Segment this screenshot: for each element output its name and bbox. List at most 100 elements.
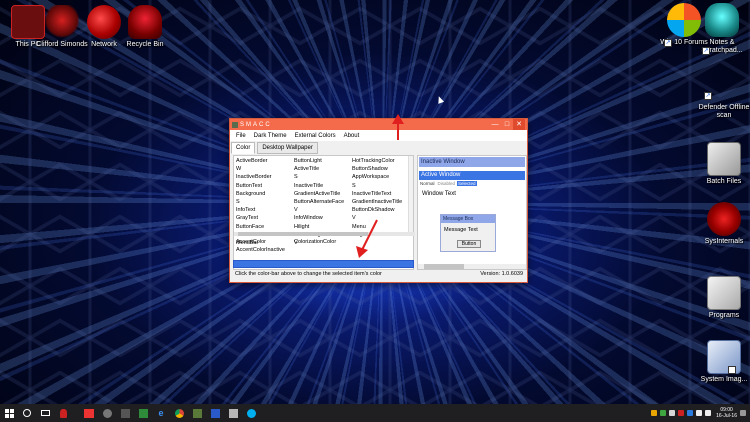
window-text-preview[interactable]: Window Text: [422, 191, 456, 197]
window-title: SMACC: [240, 121, 272, 128]
color-list-item[interactable]: Hilight: [294, 223, 352, 231]
preview-pane: Inactive Window Active Window Normal Dis…: [417, 155, 527, 270]
accent-list-item[interactable]: [294, 246, 354, 254]
subtab-normal[interactable]: Normal: [419, 181, 436, 186]
message-box-preview[interactable]: Message Box Message Text Button: [440, 214, 496, 252]
active-window-preview[interactable]: Active Window: [419, 171, 525, 180]
color-list-item[interactable]: S: [294, 173, 352, 181]
color-list-item[interactable]: ButtonAlternateFace: [294, 198, 352, 206]
color-list-item[interactable]: ButtonShadow: [352, 165, 408, 173]
color-list-item[interactable]: AppWorkspace: [352, 173, 408, 181]
color-list-item[interactable]: S: [236, 198, 294, 206]
menu-about[interactable]: About: [340, 133, 364, 139]
color-list-item[interactable]: InfoWindow: [294, 214, 352, 222]
system-tray: 09:00 16-Jul-16: [651, 404, 746, 422]
title-bar[interactable]: SMACC — □ ✕: [230, 119, 527, 130]
pinned-app-icon[interactable]: [116, 404, 134, 422]
color-list-item[interactable]: W: [236, 165, 294, 173]
color-list-item[interactable]: ButtonFace: [236, 223, 294, 231]
minimize-button[interactable]: —: [489, 119, 501, 130]
desktop-icon-recycle-bin[interactable]: Recycle Bin: [117, 5, 173, 49]
defender-icon: [714, 82, 734, 102]
menu-file[interactable]: File: [232, 133, 250, 139]
pinned-app-icon[interactable]: [54, 404, 72, 422]
color-list-item[interactable]: InactiveTitleText: [352, 190, 408, 198]
color-list-item[interactable]: InactiveBorder: [236, 173, 294, 181]
cortana-icon[interactable]: [18, 404, 36, 422]
menu-dark-theme[interactable]: Dark Theme: [250, 133, 291, 139]
accent-list-item[interactable]: AccentColor: [236, 238, 294, 246]
subtab-disabled[interactable]: Disabled: [437, 181, 457, 186]
skull-icon: [705, 3, 739, 37]
color-list-item[interactable]: GradientActiveTitle: [294, 190, 352, 198]
tray-icon[interactable]: [660, 410, 667, 416]
accent-list-item[interactable]: ColorizationColor: [294, 238, 354, 246]
subtab-selected[interactable]: Selected: [457, 181, 477, 186]
edge-icon[interactable]: e: [152, 404, 170, 422]
desktop-icon-defender-offline[interactable]: Defender Offline scan ↗: [696, 82, 750, 120]
chrome-icon[interactable]: [170, 404, 188, 422]
desktop-icon-batch-files[interactable]: Batch Files: [696, 142, 750, 186]
color-name-list: ActiveBorder ButtonLight HotTrackingColor W…: [236, 157, 408, 246]
menu-bar: File Dark Theme External Colors About: [230, 130, 527, 141]
desktop-icon-programs[interactable]: Programs: [696, 276, 750, 320]
tray-icon[interactable]: [669, 410, 676, 416]
color-list-item[interactable]: HotTrackingColor: [352, 157, 408, 165]
network-tray-icon[interactable]: [696, 410, 703, 416]
taskbar: e 09:00 16-Jul-16: [0, 404, 750, 422]
color-bar[interactable]: [233, 260, 414, 268]
preview-button[interactable]: Button: [457, 240, 481, 248]
scroll-thumb[interactable]: [238, 232, 368, 236]
pinned-app-icon[interactable]: [206, 404, 224, 422]
color-list-item[interactable]: ButtonText: [236, 182, 294, 190]
status-text: Click the color-bar above to change the …: [235, 271, 382, 277]
color-list-item[interactable]: ButtonLight: [294, 157, 352, 165]
color-list-item[interactable]: GrayText: [236, 214, 294, 222]
color-list-item[interactable]: InfoText: [236, 206, 294, 214]
pinned-app-icon[interactable]: [224, 404, 242, 422]
color-list-item[interactable]: ActiveBorder: [236, 157, 294, 165]
accent-color-list: AccentColor ColorizationColor AccentColorI…: [236, 238, 412, 254]
tray-icon[interactable]: [687, 410, 694, 416]
shortcut-arrow-icon: ↗: [702, 47, 710, 55]
color-list-item[interactable]: ButtonDkShadow: [352, 206, 408, 214]
desktop-icon-notes-scratchpad[interactable]: Notes & Scratchpad... ↗: [694, 3, 750, 55]
tab-strip: Color Desktop Wallpaper: [230, 142, 318, 154]
task-view-icon[interactable]: [36, 404, 54, 422]
notification-icon[interactable]: [740, 410, 746, 416]
accent-list-item[interactable]: AccentColorInactive: [236, 246, 294, 254]
tab-desktop-wallpaper[interactable]: Desktop Wallpaper: [257, 142, 318, 154]
horizontal-scrollbar[interactable]: [234, 232, 415, 236]
tab-color[interactable]: Color: [231, 142, 256, 154]
message-text: Message Text: [444, 227, 478, 233]
inactive-window-preview[interactable]: Inactive Window: [419, 157, 525, 167]
color-list-item[interactable]: V: [294, 206, 352, 214]
close-button[interactable]: ✕: [513, 119, 525, 130]
desktop-icon-system-image[interactable]: System Imag...: [696, 340, 750, 384]
volume-icon[interactable]: [705, 410, 712, 416]
shield-icon: [728, 366, 736, 374]
preview-horizontal-scrollbar[interactable]: [418, 264, 526, 269]
maximize-button[interactable]: □: [501, 119, 513, 130]
desktop-icon-sysinternals[interactable]: SysInternals: [696, 202, 750, 246]
menu-external-colors[interactable]: External Colors: [291, 133, 340, 139]
programs-folder-icon: [707, 276, 741, 310]
file-explorer-icon[interactable]: [80, 404, 98, 422]
recycle-bin-icon: [128, 5, 162, 39]
skype-icon[interactable]: [242, 404, 260, 422]
color-list-item[interactable]: GradientInactiveTitle: [352, 198, 408, 206]
vertical-scrollbar[interactable]: [408, 156, 413, 232]
clock[interactable]: 09:00 16-Jul-16: [716, 407, 737, 419]
color-list-item[interactable]: ActiveTitle: [294, 165, 352, 173]
pinned-app-icon[interactable]: [188, 404, 206, 422]
gears-folder-icon: [707, 142, 741, 176]
tray-icon[interactable]: [651, 410, 658, 416]
start-button[interactable]: [0, 404, 18, 422]
pinned-app-icon[interactable]: [134, 404, 152, 422]
color-list-item[interactable]: Background: [236, 190, 294, 198]
scroll-thumb[interactable]: [424, 264, 464, 269]
color-list-item[interactable]: InactiveTitle: [294, 182, 352, 190]
pinned-app-icon[interactable]: [98, 404, 116, 422]
color-list-item[interactable]: S: [352, 182, 408, 190]
tray-icon[interactable]: [678, 410, 685, 416]
